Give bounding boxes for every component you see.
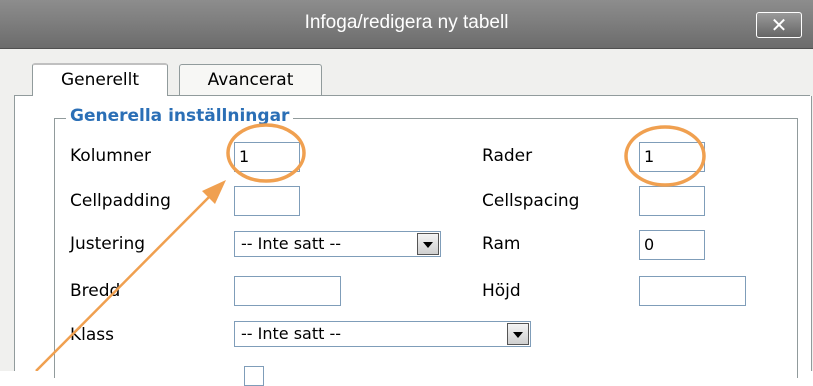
kolumner-label: Kolumner: [70, 146, 151, 166]
cellspacing-input[interactable]: [639, 186, 705, 216]
close-button[interactable]: ✕: [756, 12, 802, 38]
general-settings-legend: Generella inställningar: [66, 106, 294, 126]
justering-select[interactable]: -- Inte satt --: [234, 231, 441, 257]
cellpadding-input[interactable]: [234, 186, 300, 216]
chevron-down-icon[interactable]: [507, 323, 529, 345]
klass-select[interactable]: -- Inte satt --: [234, 321, 531, 347]
close-icon: ✕: [770, 13, 788, 37]
justering-label: Justering: [70, 234, 146, 254]
cellspacing-label: Cellspacing: [482, 191, 580, 211]
dialog-titlebar[interactable]: Infoga/redigera ny tabell ✕: [0, 0, 813, 49]
ram-input[interactable]: 0: [639, 230, 705, 260]
tab-avancerat[interactable]: Avancerat: [179, 64, 322, 96]
table-dialog: Infoga/redigera ny tabell ✕ Generellt Av…: [0, 0, 813, 386]
cellpadding-label: Cellpadding: [70, 191, 171, 211]
klass-select-value: -- Inte satt --: [241, 324, 342, 343]
justering-select-value: -- Inte satt --: [241, 234, 342, 253]
hojd-label: Höjd: [482, 281, 521, 301]
bredd-input[interactable]: [234, 276, 341, 306]
rader-input[interactable]: 1: [639, 142, 705, 172]
dialog-title: Infoga/redigera ny tabell: [304, 12, 509, 33]
checkbox[interactable]: [244, 366, 264, 386]
ram-label: Ram: [482, 234, 521, 254]
klass-label: Klass: [70, 325, 115, 345]
kolumner-input[interactable]: 1: [234, 142, 300, 172]
chevron-down-icon[interactable]: [417, 233, 439, 255]
tab-generellt[interactable]: Generellt: [32, 63, 168, 96]
hojd-input[interactable]: [639, 276, 746, 306]
rader-label: Rader: [482, 146, 533, 166]
bredd-label: Bredd: [70, 281, 121, 301]
